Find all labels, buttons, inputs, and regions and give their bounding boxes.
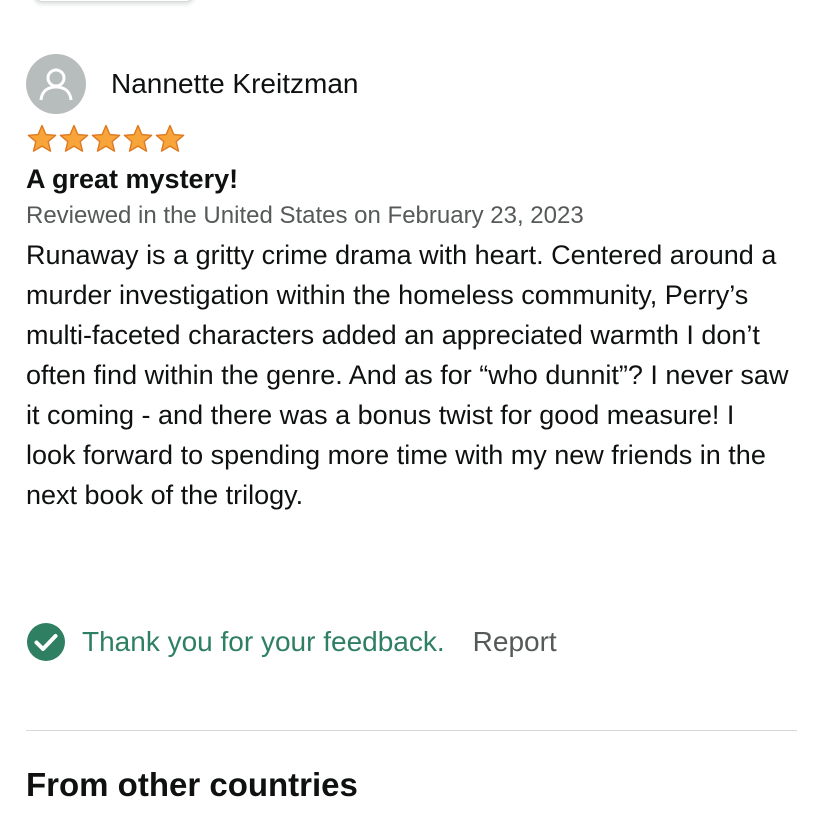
reviewer-name[interactable]: Nannette Kreitzman: [111, 68, 358, 100]
star-icon: [59, 124, 89, 152]
checkmark-circle-icon: [27, 623, 65, 661]
report-link[interactable]: Report: [473, 622, 557, 662]
other-countries-heading: From other countries: [26, 766, 358, 803]
review-body: Runaway is a gritty crime drama with hea…: [26, 240, 789, 510]
person-icon: [39, 68, 73, 101]
review-date: Reviewed in the United States on Februar…: [26, 202, 584, 229]
reviewer-profile[interactable]: Nannette Kreitzman: [26, 54, 796, 114]
review-title[interactable]: A great mystery!: [26, 161, 796, 197]
feedback-confirmation: Thank you for your feedback.: [82, 626, 445, 657]
feedback-row: Thank you for your feedback. Report: [26, 620, 557, 664]
star-rating[interactable]: [26, 123, 796, 155]
star-icon: [123, 124, 153, 152]
star-icon: [91, 124, 121, 152]
avatar: [26, 54, 86, 114]
review-card: Nannette Kreitzman A great mystery! Revi…: [26, 54, 796, 515]
star-icon: [27, 124, 57, 152]
top-button-edge[interactable]: [34, 0, 194, 2]
star-icon: [155, 124, 185, 152]
divider: [26, 730, 797, 731]
